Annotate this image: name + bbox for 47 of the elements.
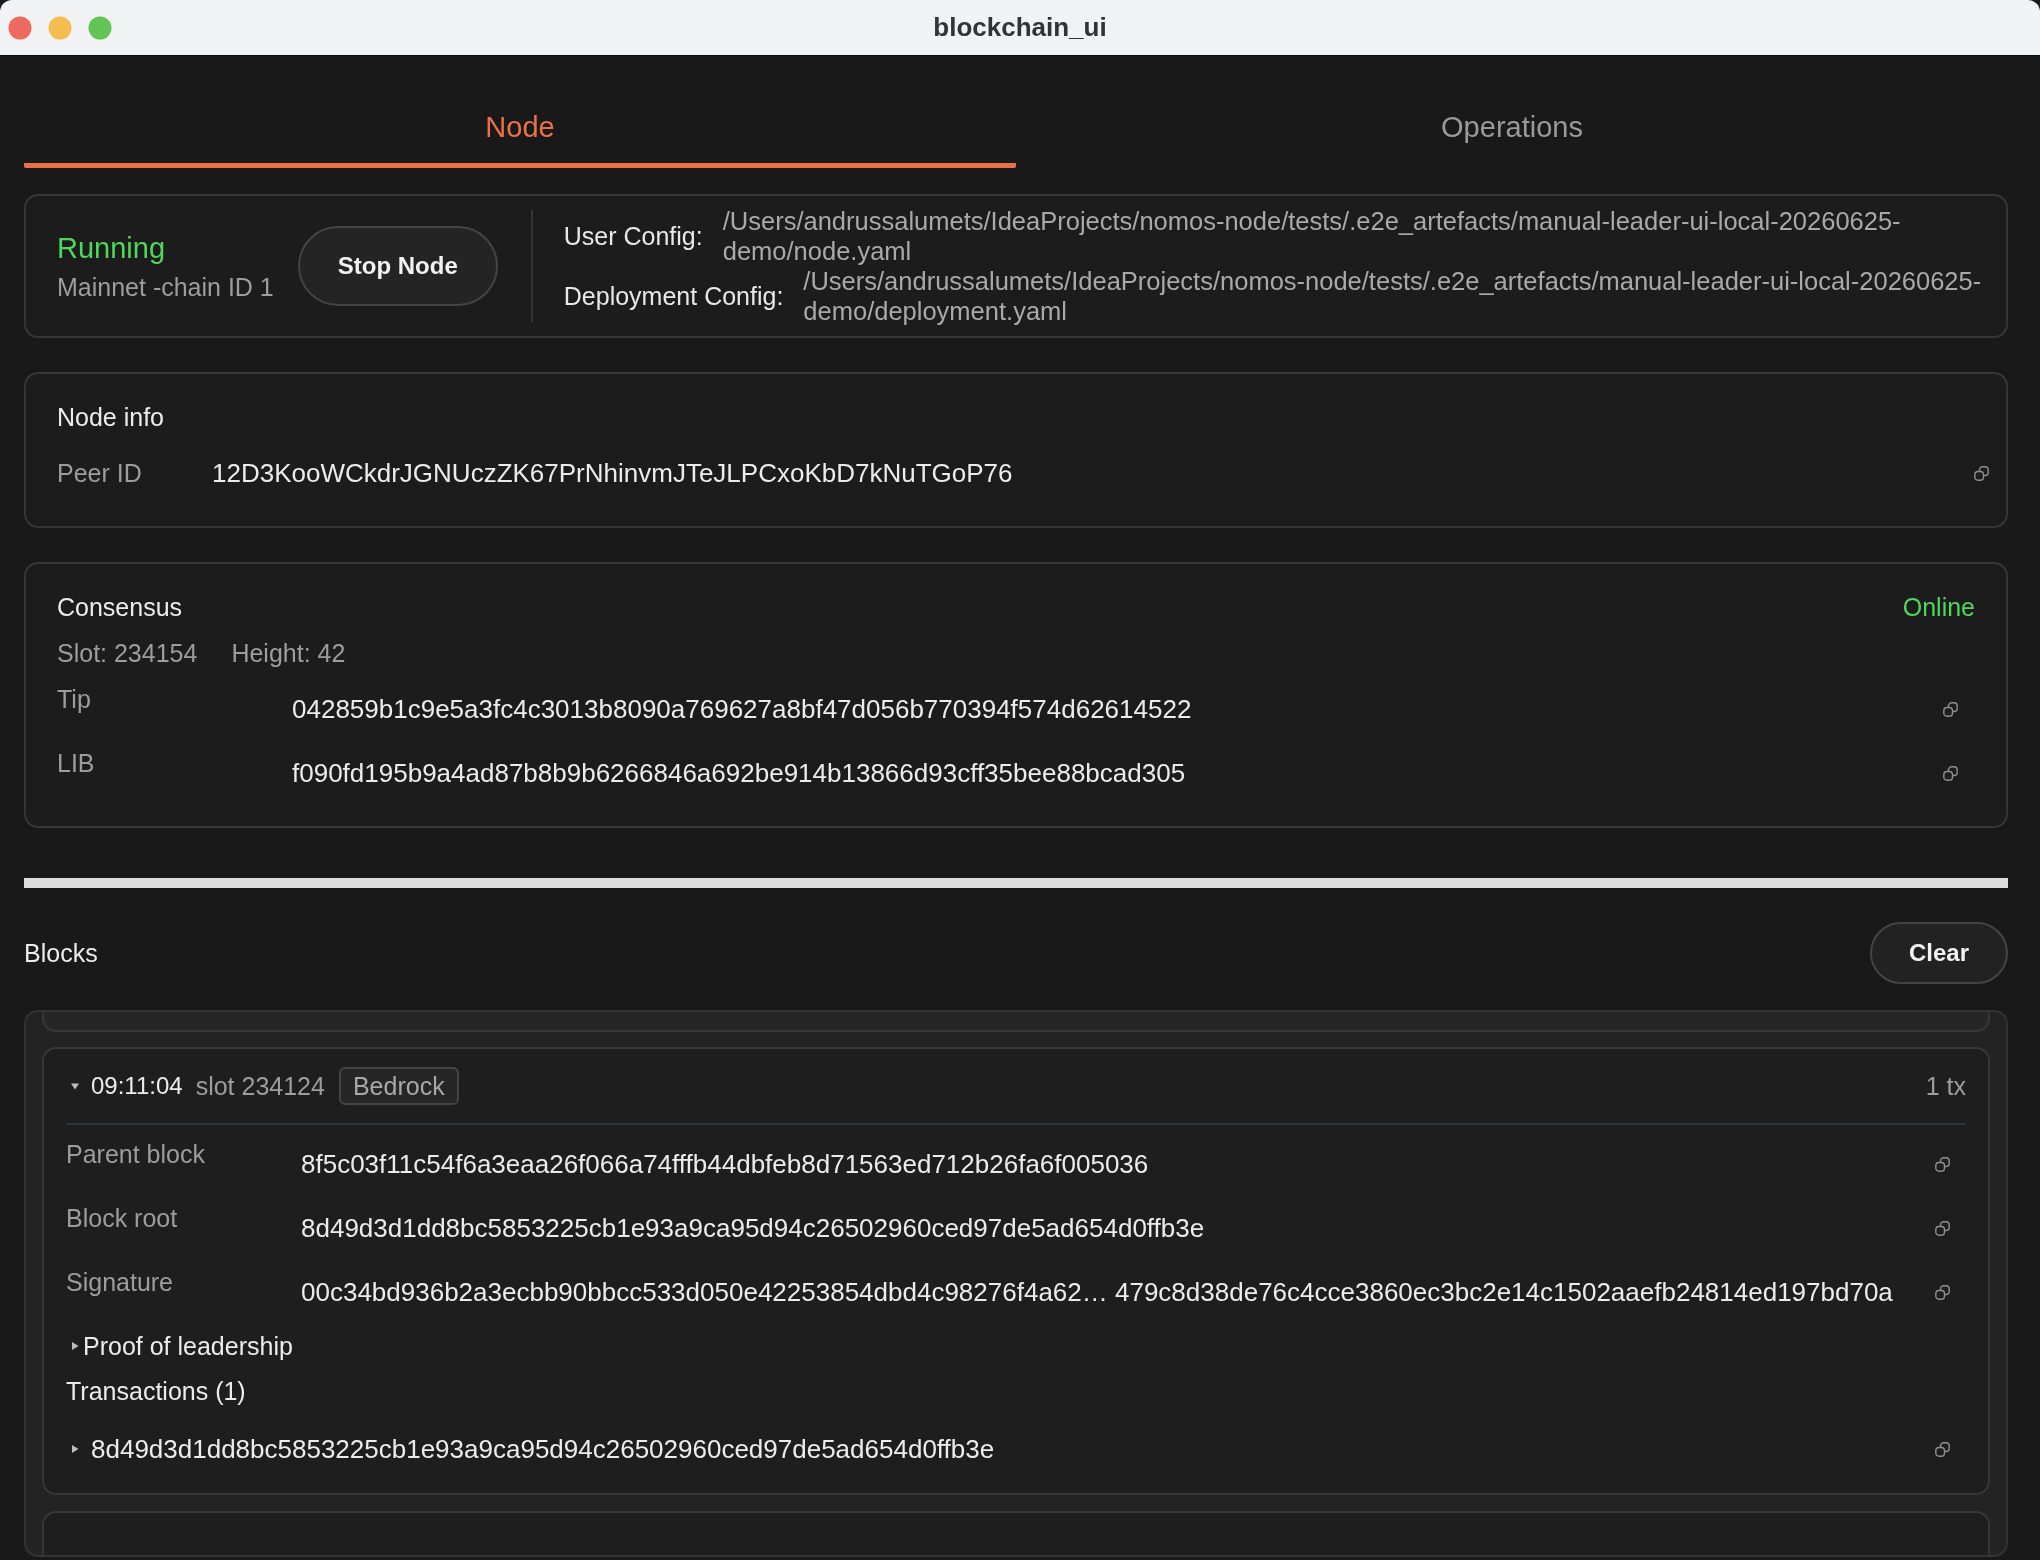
tab[interactable]: Node xyxy=(24,94,1016,168)
field-label: Signature xyxy=(66,1267,175,1297)
field-value: 12D3KooWCkdrJGNUczZK67PrNhinvmJTeJLPCxoKbD7kNuTGoP76 xyxy=(212,458,1014,488)
transactions-title: Transactions (1) xyxy=(66,1376,247,1406)
copy-icon[interactable] xyxy=(1935,1441,1950,1457)
config-path: /Users/andrussalumets/IdeaProjects/nomos-node/tests/.e2e_artefacts/manual-leader-ui-local-20260625-demo/node.yaml xyxy=(722,206,1902,266)
field-value: f090fd195b9a4ad87b8b9b6266846a692be914b13866d93cff35bee88bcad305 xyxy=(292,757,1187,788)
config-path: /Users/andrussalumets/IdeaProjects/nomos-node/tests/.e2e_artefacts/manual-leader-ui-local-20260625-demo/deployment.yaml xyxy=(803,266,1983,326)
field-label: LIB xyxy=(57,748,96,778)
copy-icon[interactable] xyxy=(1974,465,1989,481)
tx-count: 1 tx xyxy=(1925,1071,1966,1101)
field-label: Tip xyxy=(57,684,92,714)
field-value: 8d49d3d1dd8bc5853225cb1e93a9ca95d94c26502960ced97de5ad654d0ffb3e xyxy=(301,1212,1206,1243)
copy-icon[interactable] xyxy=(1935,1285,1950,1300)
network-label: Mainnet -chain ID 1 xyxy=(57,271,274,302)
copy-icon[interactable] xyxy=(1935,1157,1950,1172)
caret-icon[interactable] xyxy=(70,1341,80,1351)
window-title: blockchain_ui xyxy=(933,12,1107,43)
copy-icon[interactable] xyxy=(1943,702,1958,717)
field-label: Parent block xyxy=(66,1139,206,1169)
field-value: 8f5c03f11c54f6a3eaa26f066a74fffb44dbfeb8d71563ed712b26fa6f005036 xyxy=(301,1148,1150,1179)
field-value: 00c34bd936b2a3ecbb90bbcc533d050e42253854dbd4c98276f4a62… 479c8d38de76c4cce3860ec3bc2e14c1502aaefb24814ed197bd70a xyxy=(301,1276,1894,1307)
caret-icon[interactable] xyxy=(70,1081,80,1091)
field-label: Block root xyxy=(66,1203,179,1233)
stop-node-button[interactable]: Stop Node xyxy=(297,226,498,306)
config-label: User Config: xyxy=(563,221,703,251)
caret-icon[interactable] xyxy=(70,1444,80,1454)
section-toggle[interactable]: Proof of leadership xyxy=(66,1331,293,1361)
field-label: Peer ID xyxy=(57,458,143,488)
height-label: Height: 42 xyxy=(231,638,346,668)
close-icon[interactable] xyxy=(8,15,32,40)
online-status: Online xyxy=(1902,592,1975,622)
block-time: 09:11:04 xyxy=(91,1072,183,1100)
section-title: Consensus xyxy=(57,592,183,622)
config-label: Deployment Config: xyxy=(563,281,784,311)
block-slot: slot 234124 xyxy=(195,1071,325,1101)
block-tag: Bedrock xyxy=(338,1067,459,1105)
slot-label: Slot: 234154 xyxy=(57,638,198,668)
section-title: Node info xyxy=(57,402,165,432)
copy-icon[interactable] xyxy=(1943,766,1958,781)
field-value: 042859b1c9e5a3fc4c3013b8090a769627a8bf47d056b770394f574d62614522 xyxy=(292,693,1193,724)
blocks-title: Blocks xyxy=(24,938,98,968)
status-text: Running xyxy=(57,230,167,265)
tab[interactable]: Operations xyxy=(1016,94,2008,168)
tx-hash: 8d49d3d1dd8bc5853225cb1e93a9ca95d94c26502960ced97de5ad654d0ffb3e xyxy=(91,1434,996,1464)
clear-button[interactable]: Clear xyxy=(1869,922,2008,984)
copy-icon[interactable] xyxy=(1935,1221,1950,1236)
